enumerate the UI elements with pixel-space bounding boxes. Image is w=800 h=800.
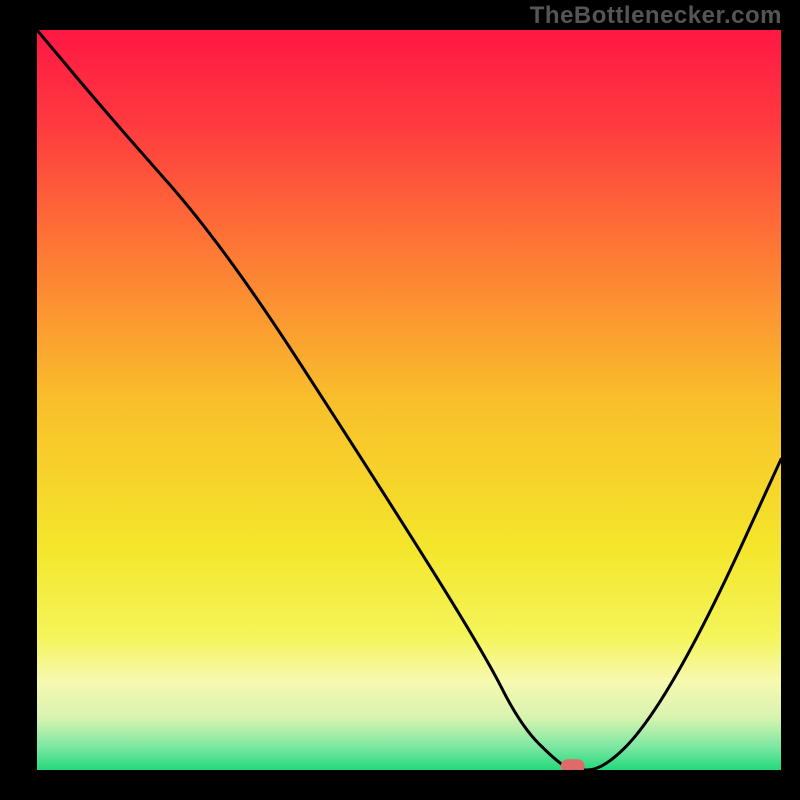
optimum-marker — [561, 759, 585, 770]
watermark-text: TheBottlenecker.com — [530, 2, 782, 30]
gradient-background — [37, 30, 781, 770]
chart-plot-area — [37, 30, 781, 770]
chart-frame: TheBottlenecker.com — [0, 0, 800, 800]
chart-svg — [37, 30, 781, 770]
